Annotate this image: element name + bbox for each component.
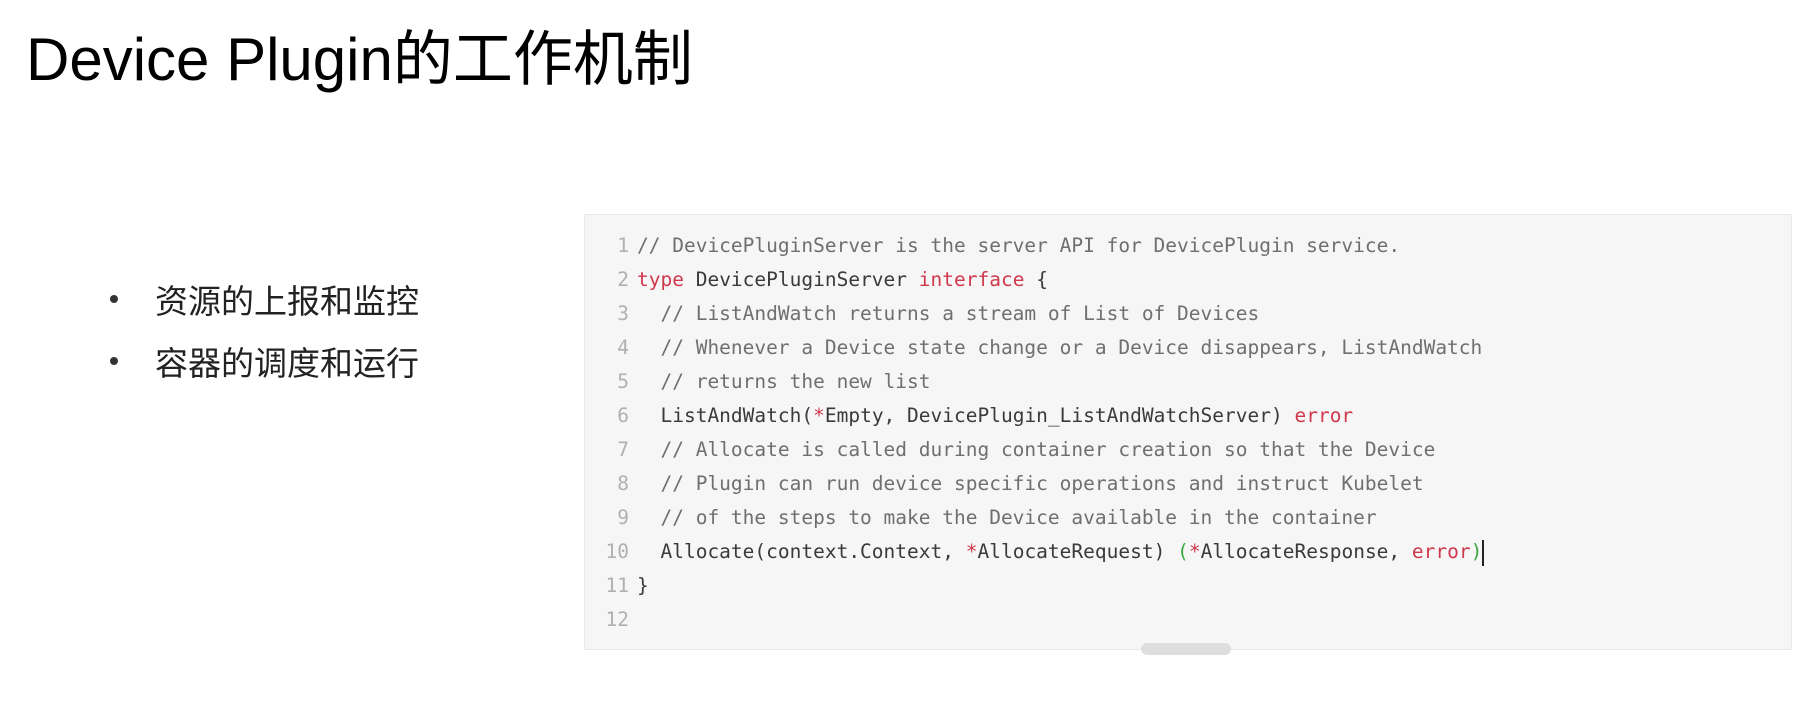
code-text: type DevicePluginServer interface { xyxy=(637,263,1048,297)
code-line: 10 Allocate(context.Context, *AllocateRe… xyxy=(585,535,1791,569)
bullet-text: 资源的上报和监控 xyxy=(155,282,419,321)
code-text: // Plugin can run device specific operat… xyxy=(637,467,1424,501)
code-token: ) xyxy=(1470,540,1483,563)
code-token: * xyxy=(813,404,825,427)
line-number: 7 xyxy=(617,438,629,461)
code-line: 4 // Whenever a Device state change or a… xyxy=(585,331,1791,365)
code-editor[interactable]: 1 // DevicePluginServer is the server API… xyxy=(584,214,1792,655)
code-text: ListAndWatch(*Empty, DevicePlugin_ListAn… xyxy=(637,399,1353,433)
bullet-item: 资源的上报和监控 xyxy=(110,268,419,330)
code-token: type xyxy=(637,268,684,291)
code-token: error xyxy=(1411,540,1471,563)
slide-title: Device Plugin的工作机制 xyxy=(26,26,693,93)
code-token: ( xyxy=(1177,540,1189,563)
code-token: } xyxy=(637,574,649,597)
code-line: 5 // returns the new list xyxy=(585,365,1791,399)
code-text: Allocate(context.Context, *AllocateReque… xyxy=(637,535,1485,569)
code-token: // DevicePluginServer is the server API … xyxy=(637,234,1401,257)
line-number: 2 xyxy=(617,268,629,291)
code-text: // DevicePluginServer is the server API … xyxy=(637,229,1400,263)
code-line: 9 // of the steps to make the Device ava… xyxy=(585,501,1791,535)
code-token: Allocate(context.Context, xyxy=(637,540,966,563)
line-number: 5 xyxy=(617,370,629,393)
bullet-list: 资源的上报和监控 容器的调度和运行 xyxy=(110,268,419,392)
code-text: // Allocate is called during container c… xyxy=(637,433,1435,467)
line-number: 8 xyxy=(617,472,629,495)
line-number: 4 xyxy=(617,336,629,359)
code-line: 11} xyxy=(585,569,1791,603)
horizontal-scrollbar-thumb[interactable] xyxy=(1141,643,1231,655)
code-token: error xyxy=(1294,404,1354,427)
code-token: * xyxy=(965,540,978,563)
code-token: Empty, DevicePlugin_ListAndWatchServer) xyxy=(824,404,1295,427)
code-text: // of the steps to make the Device avail… xyxy=(637,501,1377,535)
code-line: 8 // Plugin can run device specific oper… xyxy=(585,467,1791,501)
code-line: 1 // DevicePluginServer is the server API… xyxy=(585,229,1791,263)
line-number: 1 xyxy=(617,234,629,257)
bullet-dot-icon xyxy=(110,357,118,365)
code-line: 12 xyxy=(585,603,1791,637)
code-token: // of the steps to make the Device avail… xyxy=(637,506,1377,529)
code-token: DevicePluginServer xyxy=(683,268,919,291)
line-number: 11 xyxy=(605,574,629,597)
code-token: ListAndWatch( xyxy=(637,404,814,427)
line-number: 9 xyxy=(617,506,629,529)
code-token: { xyxy=(1024,268,1048,291)
code-token: // ListAndWatch returns a stream of List… xyxy=(637,302,1260,325)
code-line: 2 type DevicePluginServer interface { xyxy=(585,263,1791,297)
line-number: 10 xyxy=(605,540,629,563)
code-token: // returns the new list xyxy=(637,370,931,393)
bullet-item: 容器的调度和运行 xyxy=(110,330,419,392)
code-line: 3 // ListAndWatch returns a stream of Li… xyxy=(585,297,1791,331)
code-lines: 1 // DevicePluginServer is the server API… xyxy=(585,229,1791,637)
code-token: * xyxy=(1188,540,1201,563)
bullet-text: 容器的调度和运行 xyxy=(155,344,419,383)
code-token: AllocateResponse, xyxy=(1200,540,1412,563)
bullet-dot-icon xyxy=(110,295,118,303)
code-token: AllocateRequest) xyxy=(977,540,1178,563)
line-number: 3 xyxy=(617,302,629,325)
code-text: } xyxy=(637,569,649,603)
code-line: 7 // Allocate is called during container… xyxy=(585,433,1791,467)
code-text: // Whenever a Device state change or a D… xyxy=(637,331,1482,365)
line-number: 6 xyxy=(617,404,629,427)
code-text: // returns the new list xyxy=(637,365,931,399)
code-token: // Plugin can run device specific operat… xyxy=(637,472,1424,495)
code-token: interface xyxy=(918,268,1025,291)
line-number: 12 xyxy=(605,608,629,631)
code-token: // Allocate is called during container c… xyxy=(637,438,1436,461)
code-line: 6 ListAndWatch(*Empty, DevicePlugin_List… xyxy=(585,399,1791,433)
code-text: // ListAndWatch returns a stream of List… xyxy=(637,297,1259,331)
code-token: // Whenever a Device state change or a D… xyxy=(637,336,1483,359)
text-cursor xyxy=(1482,539,1485,566)
